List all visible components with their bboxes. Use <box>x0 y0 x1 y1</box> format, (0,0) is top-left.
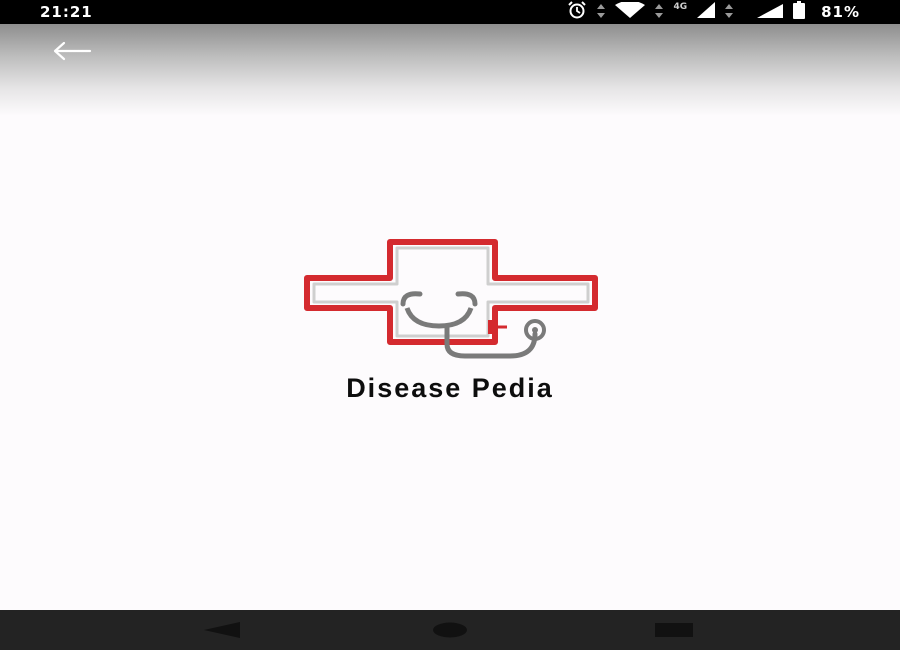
app-logo-block: Disease Pedia <box>0 230 900 410</box>
status-icons: 4G 81% <box>567 0 860 24</box>
alarm-icon <box>567 1 587 23</box>
app-bar <box>0 24 900 116</box>
app-name-title: Disease Pedia <box>346 373 554 403</box>
medical-cross-stethoscope-logo <box>304 239 598 359</box>
status-bar: 21:21 4G 81% <box>0 0 900 24</box>
battery-icon <box>793 1 806 23</box>
battery-percent: 81% <box>821 3 860 21</box>
wifi-icon <box>615 0 646 22</box>
arrow-left-icon <box>53 41 92 61</box>
splash-screen: 21:21 4G 81% Disease Pedia <box>0 0 900 650</box>
recents-square-icon <box>655 623 693 637</box>
data-arrows-icon <box>597 3 606 22</box>
status-time: 21:21 <box>40 3 93 21</box>
data-arrows-icon <box>725 3 734 22</box>
cell-signal-icon <box>757 3 784 22</box>
network-type-label: 4G <box>673 2 688 12</box>
nav-back-button[interactable] <box>200 620 244 640</box>
back-triangle-icon <box>204 622 240 638</box>
data-arrows-icon <box>655 3 664 22</box>
nav-recents-button[interactable] <box>652 620 696 640</box>
cell-signal-icon <box>697 2 716 22</box>
nav-home-button[interactable] <box>428 620 472 640</box>
back-button[interactable] <box>44 34 100 68</box>
system-navigation-bar <box>0 610 900 650</box>
home-circle-icon <box>433 622 467 638</box>
